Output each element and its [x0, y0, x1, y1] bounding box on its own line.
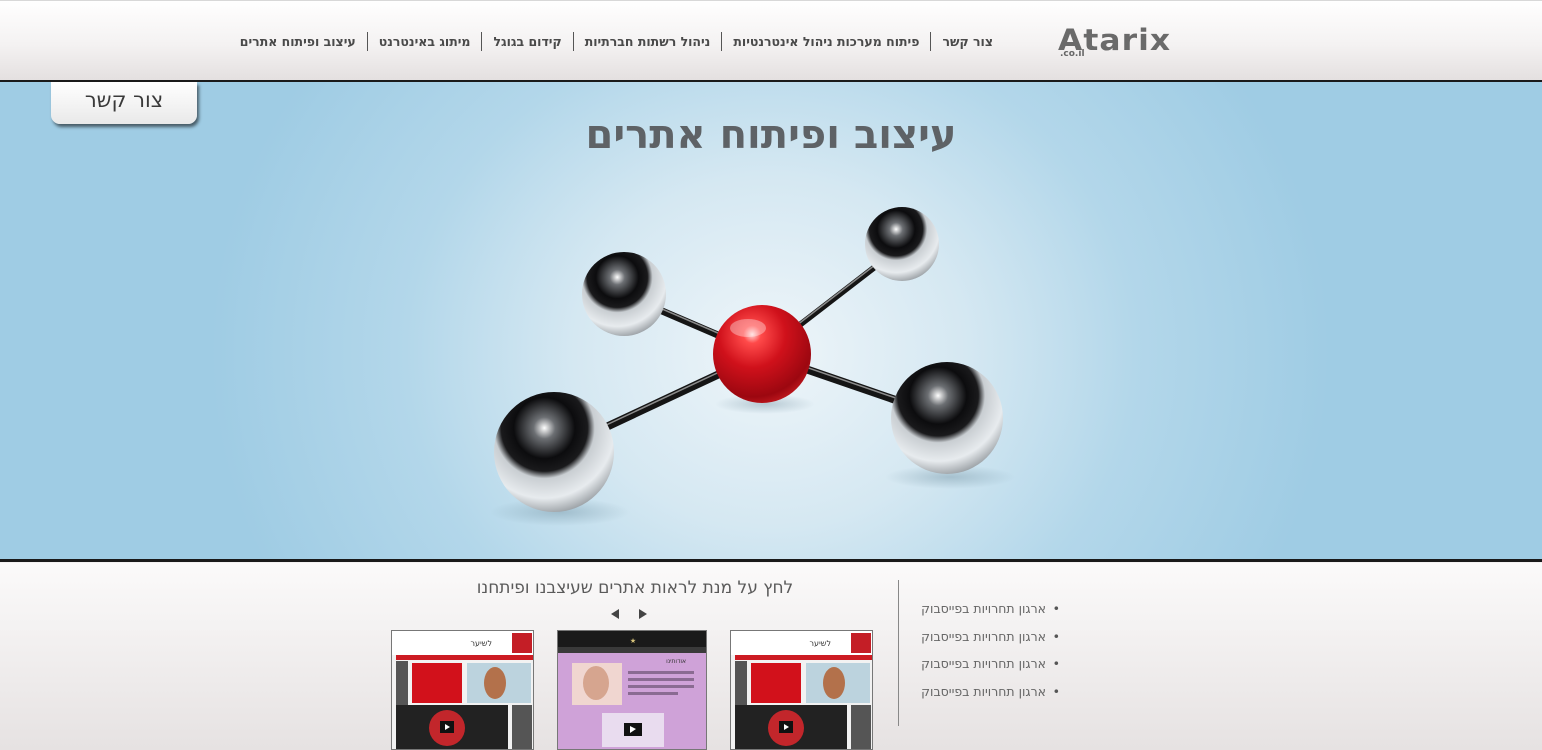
svg-text:לשיער: לשיער: [470, 639, 492, 648]
red-center-ball: [713, 305, 811, 403]
molecule-illustration: [490, 207, 1015, 526]
list-item[interactable]: ארגון תחרויות בפייסבוק: [900, 629, 1060, 657]
portfolio-thumb[interactable]: ★ אודותינו: [557, 630, 707, 750]
svg-text:★: ★: [630, 637, 636, 645]
bottom-section: ארגון תחרויות בפייסבוק ארגון תחרויות בפי…: [0, 563, 1542, 750]
chrome-ball: [865, 207, 939, 281]
nav-separator: [366, 31, 368, 51]
chrome-ball: [582, 252, 666, 336]
nav-item-google-seo[interactable]: קידום בגוגל: [490, 34, 564, 49]
nav-item-branding[interactable]: מיתוג באינטרנט: [376, 34, 474, 49]
main-nav: עיצוב ופיתוח אתרים מיתוג באינטרנט קידום …: [237, 31, 996, 51]
site-header: Atarix .co.il עיצוב ופיתוח אתרים מיתוג ב…: [0, 0, 1542, 82]
prev-arrow-icon[interactable]: [608, 607, 622, 621]
list-item[interactable]: ארגון תחרויות בפייסבוק: [900, 656, 1060, 684]
nav-item-web-design[interactable]: עיצוב ופיתוח אתרים: [237, 34, 359, 49]
nav-item-social-networks[interactable]: ניהול רשתות חברתיות: [582, 34, 714, 49]
portfolio-thumb[interactable]: לשיער: [391, 630, 534, 750]
site-screenshot: לשיער: [731, 631, 872, 749]
chrome-ball: [494, 392, 614, 512]
site-screenshot: ★ אודותינו: [558, 631, 706, 749]
logo-domain: .co.il: [1060, 49, 1085, 59]
svg-text:לשיער: לשיער: [809, 639, 831, 648]
nav-separator: [481, 31, 483, 51]
next-arrow-icon[interactable]: [636, 607, 650, 621]
portfolio-caption: לחץ על מנת לראות אתרים שעיצבנו ופיתחנו: [476, 578, 794, 598]
site-screenshot: לשיער: [392, 631, 533, 749]
contact-tab-button[interactable]: צור קשר: [51, 82, 197, 124]
site-logo[interactable]: Atarix .co.il: [1058, 25, 1184, 61]
nav-separator: [930, 31, 932, 51]
portfolio-thumb[interactable]: לשיער: [730, 630, 873, 750]
svg-text:אודותינו: אודותינו: [666, 658, 686, 665]
portfolio-arrows: [604, 607, 652, 621]
section-divider: [898, 580, 899, 726]
list-item[interactable]: ארגון תחרויות בפייסבוק: [900, 601, 1060, 629]
services-list: ארגון תחרויות בפייסבוק ארגון תחרויות בפי…: [900, 601, 1060, 711]
nav-separator: [721, 31, 723, 51]
nav-separator: [572, 31, 574, 51]
nav-item-cms-development[interactable]: פיתוח מערכות ניהול אינטרנטיות: [730, 34, 922, 49]
nav-item-contact[interactable]: צור קשר: [939, 34, 996, 49]
list-item[interactable]: ארגון תחרויות בפייסבוק: [900, 684, 1060, 712]
chrome-ball: [891, 362, 1003, 474]
hero-banner: עיצוב ופיתוח אתרים: [0, 82, 1542, 562]
